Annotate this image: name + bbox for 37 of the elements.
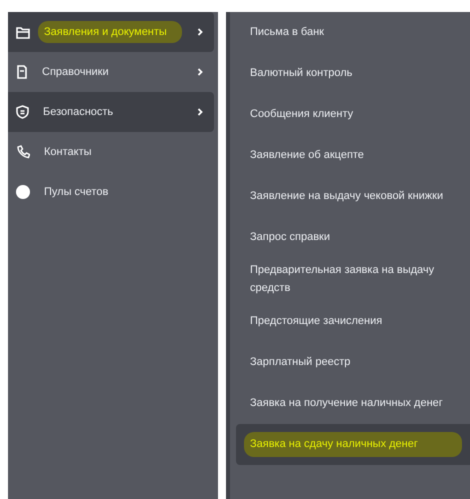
- submenu-item[interactable]: Заявка на сдачу наличных денег: [236, 424, 470, 466]
- item-label: Предстоящие зачисления: [250, 314, 384, 329]
- submenu-item[interactable]: Зарплатный реестр: [236, 342, 470, 384]
- item-label: Зарплатный реестр: [250, 354, 352, 370]
- circle-icon: [16, 185, 30, 199]
- item-label: Заявление на выдачу чековой книжки: [250, 188, 444, 204]
- item-label: Заявление об акцепте: [250, 148, 365, 163]
- item-label: Валютный контроль: [250, 66, 354, 81]
- item-label: Заявка на сдачу наличных денег: [244, 432, 462, 458]
- submenu-item[interactable]: Заявка на получение наличных денег: [236, 383, 470, 424]
- sidebar-item[interactable]: Справочники: [8, 52, 214, 92]
- submenu-item[interactable]: Сообщения клиенту: [236, 94, 470, 135]
- submenu-item[interactable]: Предварительная заявка на выдачу средств: [236, 258, 470, 302]
- sidebar-item[interactable]: Безопасность: [8, 92, 214, 132]
- item-label: Запрос справки: [250, 230, 332, 245]
- sidebar-item[interactable]: Пулы счетов: [8, 172, 214, 212]
- item-label: Безопасность: [43, 104, 114, 120]
- submenu-item[interactable]: Валютный контроль: [236, 53, 470, 94]
- submenu-item[interactable]: Заявление на выдачу чековой книжки: [236, 176, 470, 217]
- item-label: Письма в банк: [250, 24, 325, 40]
- item-label: Пулы счетов: [44, 184, 110, 200]
- phone-icon: [16, 145, 30, 159]
- submenu-item[interactable]: Заявление об акцепте: [236, 135, 470, 176]
- submenu-item[interactable]: Предстоящие зачисления: [236, 301, 470, 342]
- shield-icon: [16, 105, 29, 119]
- document-icon: [16, 65, 28, 79]
- folder-icon: [16, 26, 30, 38]
- item-label: Заявления и документы: [38, 20, 182, 44]
- sidebar-item[interactable]: Заявления и документы: [8, 12, 214, 52]
- sidebar-item[interactable]: Контакты: [8, 132, 214, 172]
- item-label: Сообщения клиенту: [250, 106, 354, 122]
- submenu-item[interactable]: Запрос справки: [236, 217, 470, 258]
- submenu-item[interactable]: Письма в банк: [236, 12, 470, 53]
- item-label: Справочники: [42, 64, 110, 80]
- item-label: Заявка на получение наличных денег: [250, 396, 444, 411]
- item-label: Предварительная заявка на выдачу средств: [250, 263, 436, 296]
- item-label: Контакты: [44, 144, 93, 160]
